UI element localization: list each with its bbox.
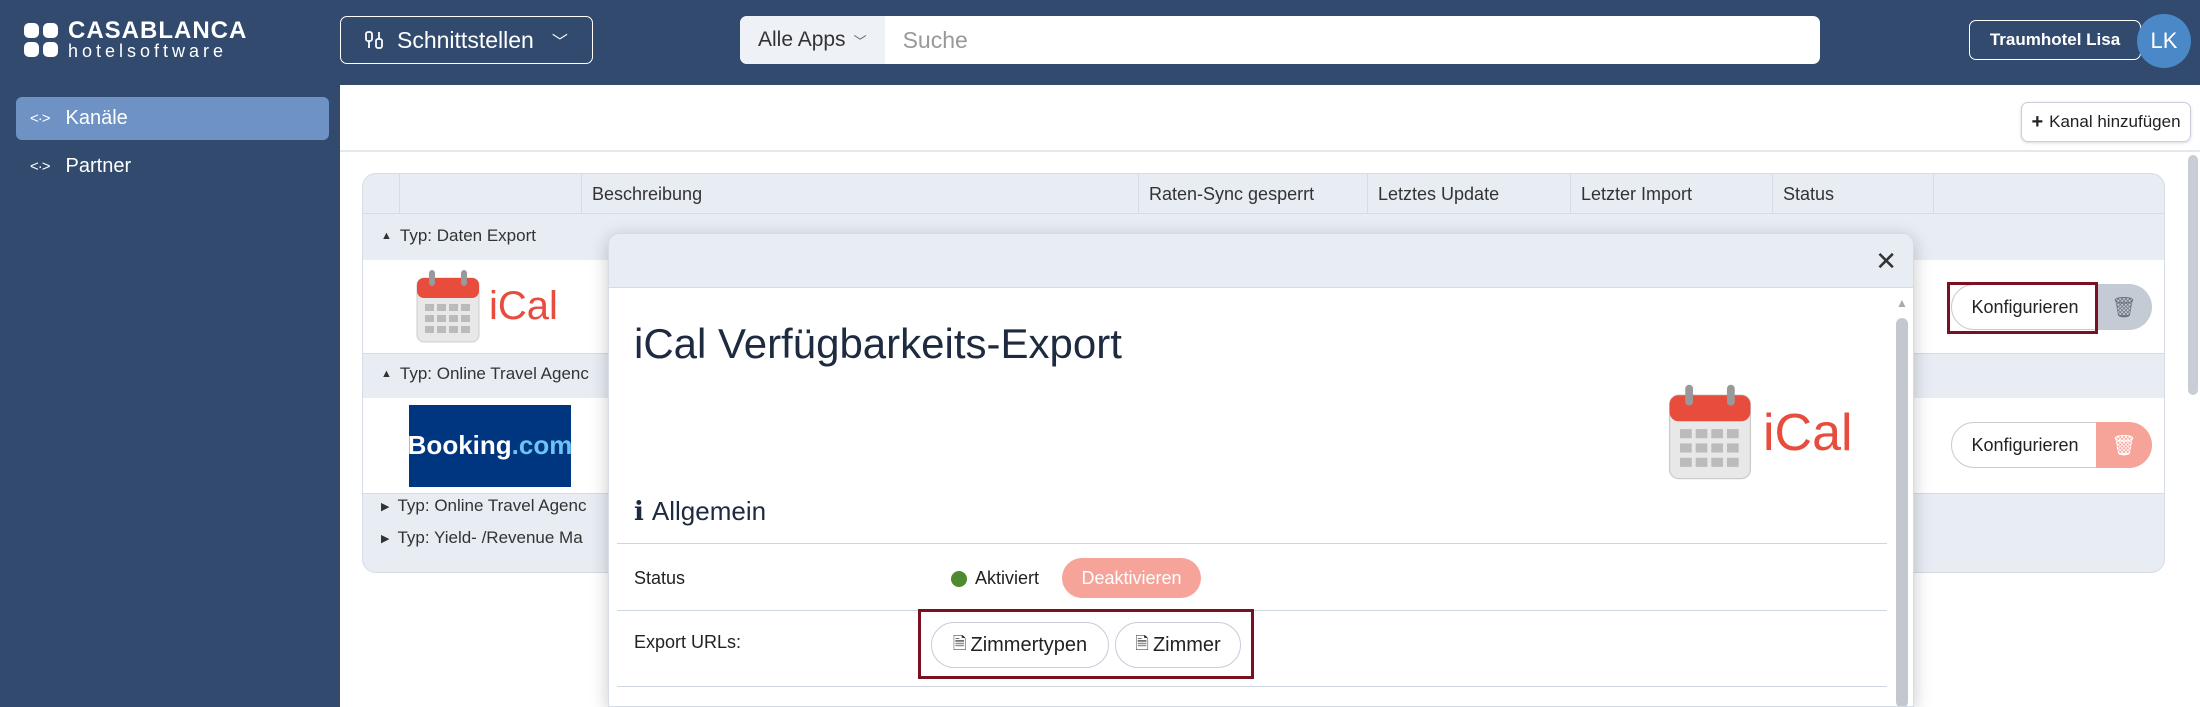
interface-icon: [365, 31, 383, 49]
avatar[interactable]: LK: [2137, 14, 2191, 68]
casablanca-logo[interactable]: CASABLANCA hotelsoftware: [24, 17, 248, 61]
column-header-letztes-update[interactable]: Letztes Update: [1367, 174, 1570, 214]
search-scope-label: Alle Apps: [758, 28, 846, 51]
search-scope-select[interactable]: Alle Apps ﹀: [740, 16, 885, 64]
trash-icon[interactable]: 🗑: [2096, 284, 2152, 330]
group-label: Typ: Daten Export: [399, 226, 536, 245]
modal-scrollbar[interactable]: ▲: [1896, 296, 1908, 706]
calendar-icon: [416, 269, 480, 342]
trash-icon[interactable]: 🗑: [2096, 422, 2152, 468]
sidebar-item-label: Partner: [65, 155, 132, 177]
module-label: Schnittstellen: [397, 26, 534, 53]
column-header-status[interactable]: Status: [1772, 174, 1933, 214]
grid-header: Beschreibung Raten-Sync gesperrt Letztes…: [363, 174, 2164, 214]
excel-file-icon: 🗎: [952, 633, 967, 653]
chevron-down-icon: ﹀: [551, 34, 568, 51]
caret-down-icon: ▲: [381, 230, 392, 242]
toolbar: + Kanal hinzufügen: [340, 85, 2200, 152]
add-channel-button[interactable]: + Kanal hinzufügen: [2021, 102, 2191, 142]
column-header-actions: [1933, 174, 2164, 214]
module-switcher[interactable]: Schnittstellen ﹀: [340, 16, 593, 64]
column-header-logo: [399, 174, 581, 214]
export-zimmer-label: Zimmer: [1152, 633, 1221, 656]
search-input[interactable]: Suche: [885, 27, 968, 54]
export-zimmertypen-label: Zimmertypen: [970, 633, 1088, 656]
configure-button[interactable]: Konfigurieren: [1951, 284, 2099, 330]
divider: [617, 543, 1887, 544]
deactivate-button[interactable]: Deaktivieren: [1062, 558, 1201, 598]
logo-text-main: CASABLANCA: [68, 17, 248, 44]
modal-title: iCal Verfügbarkeits-Export: [634, 320, 1122, 367]
configure-button[interactable]: Konfigurieren: [1951, 422, 2099, 468]
search-bar: Alle Apps ﹀ Suche: [740, 16, 1820, 64]
group-header-daten-export[interactable]: ▲ Typ: Daten Export: [381, 226, 536, 246]
code-arrows-icon: <·>: [30, 158, 50, 175]
status-label: Status: [634, 568, 686, 588]
group-label: Typ: Yield- /Revenue Ma: [397, 528, 583, 547]
export-urls-label: Export URLs:: [634, 632, 742, 652]
divider: [617, 686, 1887, 687]
sidebar-item-kanaele[interactable]: <·> Kanäle: [16, 97, 329, 140]
modal-ical-logo: iCal: [1667, 384, 1853, 482]
sidebar-item-label: Kanäle: [65, 107, 128, 129]
channel-config-modal: ✕ iCal Verfügbarkeits-Export iCal i Allg…: [608, 233, 1914, 707]
status-dot-icon: [951, 570, 967, 587]
page-scrollbar[interactable]: [2188, 155, 2198, 395]
chevron-down-icon: ﹀: [853, 33, 867, 49]
group-header-ota-2[interactable]: ▶ Typ: Online Travel Agenc: [381, 496, 586, 516]
ical-logo: iCal: [401, 260, 581, 353]
export-zimmertypen-button[interactable]: 🗎 Zimmertypen: [931, 622, 1109, 668]
top-bar: CASABLANCA hotelsoftware Schnittstellen …: [0, 0, 2200, 85]
hotel-selector-button[interactable]: Traumhotel Lisa: [1969, 20, 2141, 60]
excel-file-icon: 🗎: [1135, 633, 1149, 653]
modal-header: ✕: [609, 234, 1913, 288]
caret-right-icon: ▶: [381, 500, 390, 513]
booking-logo-suffix: .com: [511, 430, 573, 460]
modal-ical-logo-text: iCal: [1763, 404, 1853, 462]
sidebar-item-partner[interactable]: <·> Partner: [16, 145, 329, 188]
close-icon[interactable]: ✕: [1875, 246, 1897, 277]
column-header-letzter-import[interactable]: Letzter Import: [1570, 174, 1772, 214]
group-label: Typ: Online Travel Agenc: [399, 364, 589, 383]
plus-icon: +: [2031, 110, 2044, 133]
group-header-ota-1[interactable]: ▲ Typ: Online Travel Agenc: [381, 364, 589, 384]
scroll-up-icon[interactable]: ▲: [1896, 296, 1908, 310]
calendar-icon: [1668, 384, 1752, 480]
divider: [617, 610, 1887, 611]
logo-icon: [24, 23, 58, 57]
caret-down-icon: ▲: [381, 368, 392, 380]
code-arrows-icon: <·>: [30, 110, 50, 127]
ical-logo-text: iCal: [489, 284, 558, 328]
section-title: i Allgemein: [634, 496, 766, 527]
column-header-beschreibung[interactable]: Beschreibung: [581, 174, 1138, 214]
section-title-label: Allgemein: [651, 496, 767, 526]
add-channel-label: Kanal hinzufügen: [2049, 112, 2181, 131]
column-header-raten-sync[interactable]: Raten-Sync gesperrt: [1138, 174, 1367, 214]
group-header-yield[interactable]: ▶ Typ: Yield- /Revenue Ma: [381, 528, 583, 548]
group-label: Typ: Online Travel Agenc: [397, 496, 587, 515]
status-value: Aktiviert: [951, 568, 1039, 589]
logo-text-sub: hotelsoftware: [68, 41, 228, 61]
status-text: Aktiviert: [975, 568, 1040, 588]
booking-logo-text: Booking: [407, 430, 512, 460]
export-zimmer-button[interactable]: 🗎 Zimmer: [1115, 622, 1241, 668]
sidebar: <·> Kanäle <·> Partner: [0, 85, 340, 707]
booking-logo: Booking .com: [401, 398, 581, 493]
caret-right-icon: ▶: [381, 532, 390, 545]
info-icon: i: [634, 496, 644, 527]
